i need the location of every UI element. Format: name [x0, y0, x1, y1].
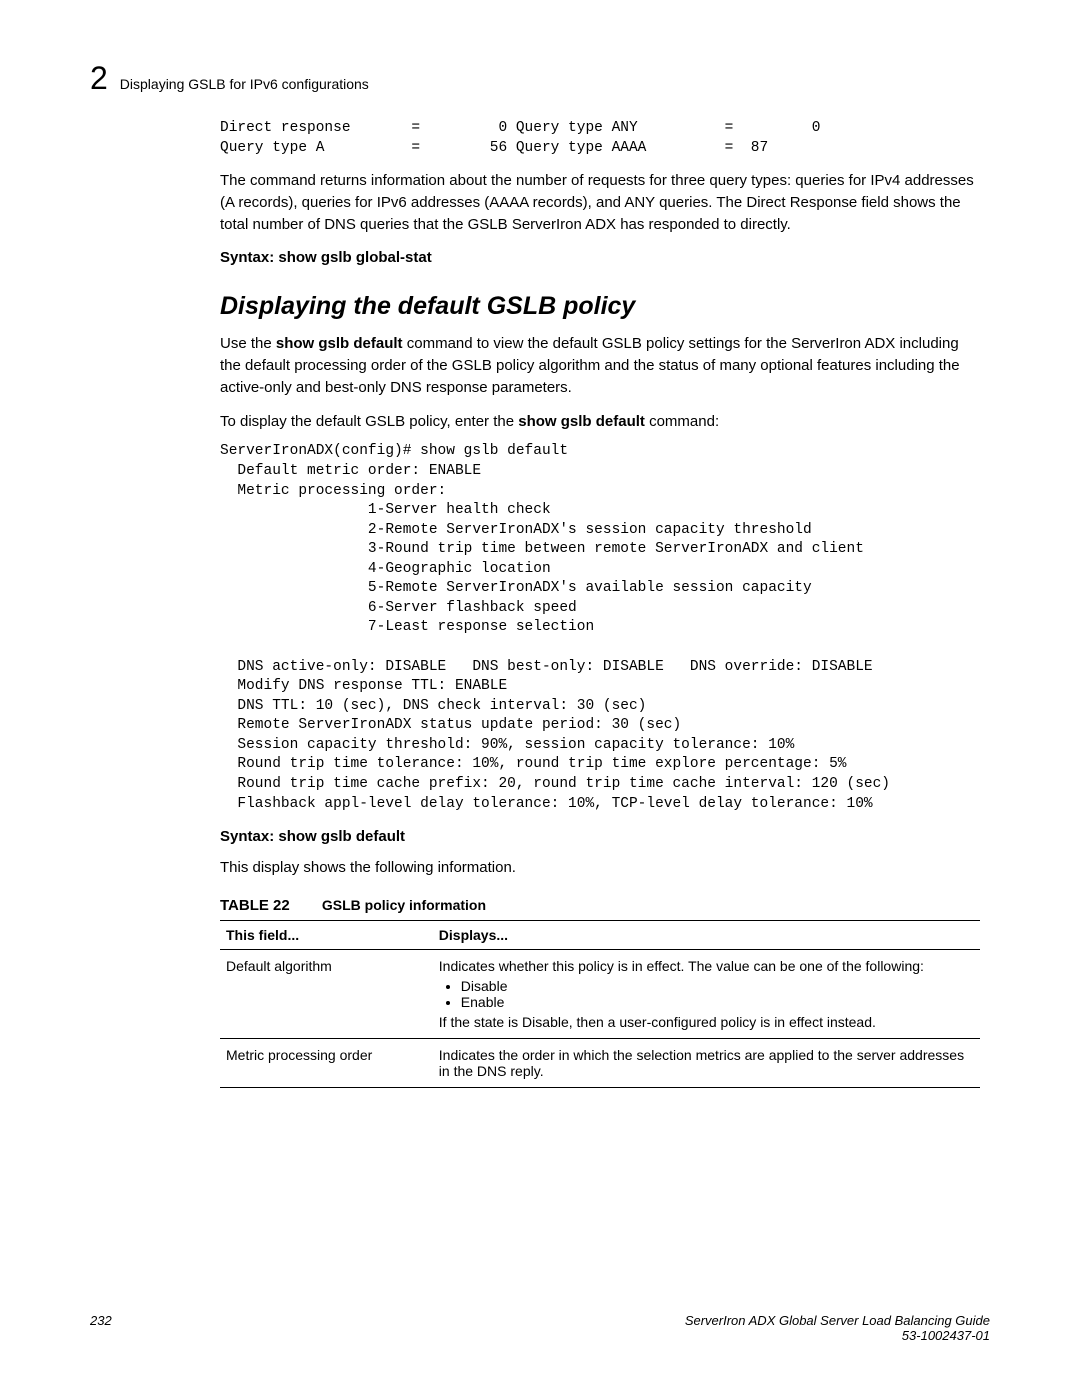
footer-doc-title: ServerIron ADX Global Server Load Balanc…: [685, 1313, 990, 1328]
table-title: GSLB policy information: [322, 897, 486, 913]
list-item: Disable: [461, 978, 974, 994]
table-row: Metric processing order Indicates the or…: [220, 1038, 980, 1087]
code-block-show-gslb-default: ServerIronADX(config)# show gslb default…: [220, 442, 980, 814]
page-header: 2 Displaying GSLB for IPv6 configuration…: [90, 60, 990, 97]
syntax-command: show gslb global-stat: [278, 249, 431, 266]
list-item: Enable: [461, 994, 974, 1010]
inline-cmd-show-gslb-default-2: show gslb default: [518, 413, 645, 430]
table-header-displays: Displays...: [433, 920, 980, 949]
table-cell-field: Metric processing order: [220, 1038, 433, 1087]
table-cell-field: Default algorithm: [220, 949, 433, 1038]
footer-doc-number: 53-1002437-01: [902, 1328, 990, 1343]
table-cell-desc: Indicates the order in which the selecti…: [433, 1038, 980, 1087]
table-gslb-policy-info: This field... Displays... Default algori…: [220, 920, 980, 1088]
section-heading-default-policy: Displaying the default GSLB policy: [220, 292, 980, 321]
paragraph-default-policy-instruction: To display the default GSLB policy, ente…: [220, 411, 980, 433]
syntax-command-2: show gslb default: [278, 828, 405, 845]
syntax-line-default: Syntax: show gslb default: [220, 828, 980, 845]
syntax-line-global-stat: Syntax: show gslb global-stat: [220, 249, 980, 266]
table-header-field: This field...: [220, 920, 433, 949]
table-cell-desc: Indicates whether this policy is in effe…: [433, 949, 980, 1038]
code-block-query-types: Direct response = 0 Query type ANY = 0 Q…: [220, 119, 980, 158]
syntax-label-2: Syntax:: [220, 828, 274, 845]
table-caption: TABLE 22 GSLB policy information: [220, 897, 980, 914]
table-number: TABLE 22: [220, 897, 290, 914]
paragraph-table-intro: This display shows the following informa…: [220, 857, 980, 879]
paragraph-query-types-explanation: The command returns information about th…: [220, 170, 980, 235]
inline-cmd-show-gslb-default: show gslb default: [276, 335, 403, 352]
chapter-number: 2: [90, 60, 108, 97]
paragraph-default-policy-intro: Use the show gslb default command to vie…: [220, 333, 980, 398]
breadcrumb: Displaying GSLB for IPv6 configurations: [120, 76, 369, 92]
footer-page-number: 232: [90, 1313, 112, 1343]
table-bullet-list: Disable Enable: [461, 978, 974, 1010]
footer-title-block: ServerIron ADX Global Server Load Balanc…: [685, 1313, 990, 1343]
page-footer: 232 ServerIron ADX Global Server Load Ba…: [90, 1313, 990, 1343]
table-row: Default algorithm Indicates whether this…: [220, 949, 980, 1038]
syntax-label: Syntax:: [220, 249, 274, 266]
